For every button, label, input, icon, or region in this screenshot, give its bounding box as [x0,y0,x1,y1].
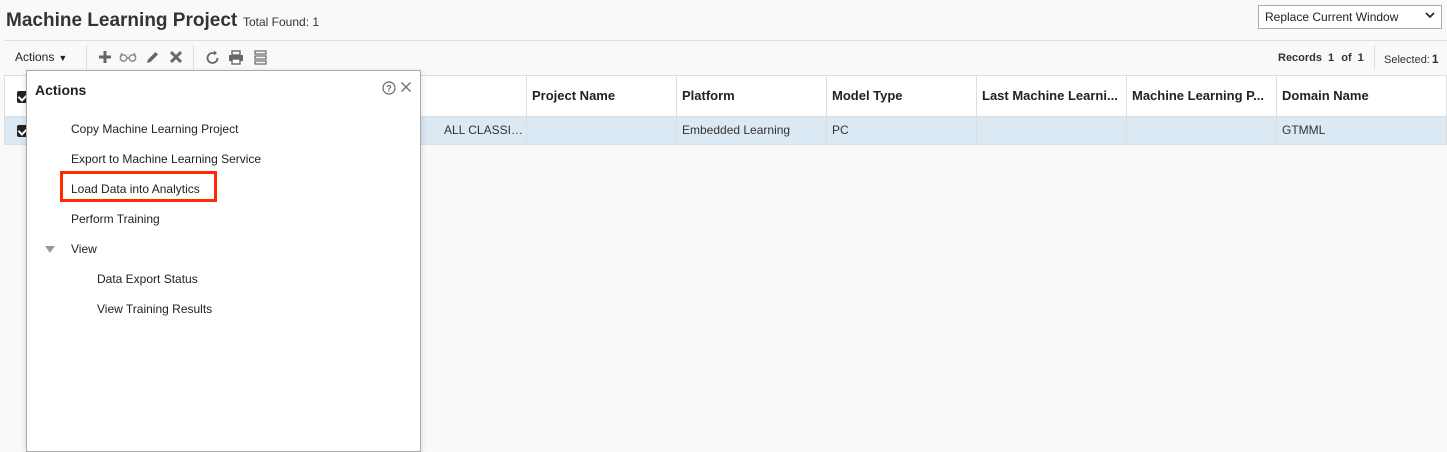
table-cell: Embedded Learning [677,117,827,144]
table-cell: GTMML [1282,123,1326,137]
toolbar-divider [193,45,194,69]
records-label: Records [1278,52,1323,64]
toolbar: Actions ▼ Records 1 of 1 Selected: 1 [0,41,1447,73]
total-found: Total Found: 1 [243,15,319,29]
refresh-icon[interactable] [202,47,222,67]
menu-item-copy-project[interactable]: Copy Machine Learning Project [71,122,238,136]
delete-icon[interactable] [166,47,186,67]
view-glasses-icon[interactable] [118,47,138,67]
page-header: Machine Learning Project Total Found: 1 … [0,0,1447,40]
menu-item-view-training-results[interactable]: View Training Results [97,302,212,316]
close-icon[interactable] [400,80,412,98]
toolbar-divider [86,45,87,69]
edit-pencil-icon[interactable] [142,47,162,67]
column-header[interactable]: Last Machine Learni... [977,76,1127,116]
menu-item-export-ml-service[interactable]: Export to Machine Learning Service [71,152,261,166]
selected-indicator: Selected: 1 [1384,52,1439,66]
chevron-down-icon [1425,10,1435,23]
menu-item-data-export-status[interactable]: Data Export Status [97,272,198,286]
menu-item-perform-training[interactable]: Perform Training [71,212,160,226]
column-header[interactable]: Project Name [527,76,677,116]
caret-down-icon: ▼ [58,53,68,63]
selected-label: Selected: [1384,54,1430,66]
help-icon[interactable]: ? [382,81,396,100]
window-mode-value: Replace Current Window [1265,10,1399,24]
column-header[interactable]: Model Type [827,76,977,116]
table-cell [527,117,677,144]
records-of: of [1341,52,1352,64]
actions-menu-button[interactable]: Actions ▼ [15,50,67,64]
total-found-label: Total Found: [243,15,310,29]
table-cell: PC [827,117,977,144]
row-checkbox[interactable] [5,117,27,144]
highlight-box [60,171,217,202]
table-cell [977,117,1127,144]
list-view-icon[interactable] [250,47,270,67]
menu-group-view[interactable]: View [71,242,97,256]
window-mode-select[interactable]: Replace Current Window [1258,5,1442,29]
select-all-checkbox[interactable] [5,76,27,116]
popup-title: Actions [35,82,87,98]
table-cell [1127,117,1277,144]
add-icon[interactable] [95,47,115,67]
records-indicator: Records 1 of 1 [1278,52,1364,64]
page-title: Machine Learning Project [6,10,238,31]
svg-text:?: ? [386,84,392,94]
expand-triangle-icon[interactable] [45,246,55,253]
column-header[interactable]: Platform [677,76,827,116]
toolbar-divider [1374,45,1375,69]
actions-popup: Actions ? Copy Machine Learning Project … [26,70,421,452]
total-found-value: 1 [312,15,320,29]
actions-menu-label: Actions [15,50,55,64]
column-header[interactable]: Machine Learning P... [1127,76,1277,116]
records-total: 1 [1357,52,1364,64]
selected-value: 1 [1431,52,1439,66]
column-header[interactable]: Domain Name [1277,76,1446,116]
print-icon[interactable] [226,47,246,67]
records-current: 1 [1328,52,1335,64]
